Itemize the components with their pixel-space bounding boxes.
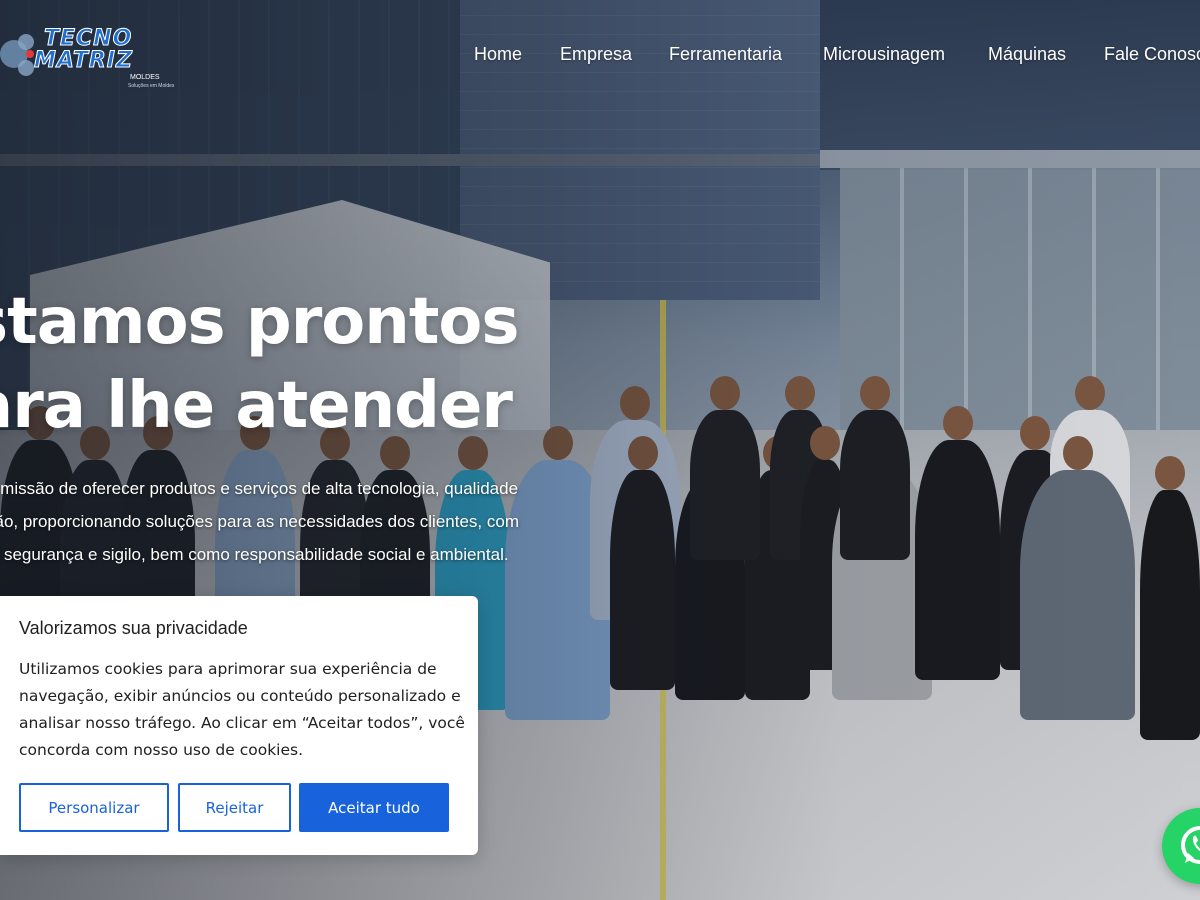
nav-item-ferramentaria[interactable]: Ferramentaria [669,44,782,65]
headline-line-2: ara lhe atender [0,369,513,443]
cookie-title: Valorizamos sua privacidade [19,618,248,638]
logo-tagline: Soluções em Moldes [128,83,175,89]
nav-item-maquinas[interactable]: Máquinas [988,44,1066,65]
whatsapp-icon [1181,826,1200,864]
cookie-text-line: concorda com nosso uso de cookies. [19,741,304,759]
cookie-consent-banner: Valorizamos sua privacidade Utilizamos c… [0,596,478,855]
mission-line-2: são, proporcionando soluções para as nec… [0,512,519,531]
logo-sub: MOLDES [130,74,160,81]
nav-item-home[interactable]: Home [474,44,522,65]
cookie-description: Utilizamos cookies para aprimorar sua ex… [19,656,465,764]
hero-headline: stamos prontos ara lhe atender [0,280,519,448]
headline-line-1: stamos prontos [0,285,519,359]
cookie-text-line: navegação, exibir anúncios ou conteúdo p… [19,687,461,705]
mission-text: a missão de oferecer produtos e serviços… [0,472,606,571]
cookie-text-line: analisar nosso tráfego. Ao clicar em “Ac… [19,714,465,732]
reject-cookies-button[interactable]: Rejeitar [178,783,291,832]
cookie-text-line: Utilizamos cookies para aprimorar sua ex… [19,660,437,678]
nav-item-fale-conosco[interactable]: Fale Conosco [1104,44,1200,65]
mission-line-3: z, segurança e sigilo, bem como responsa… [0,545,509,564]
accept-all-cookies-button[interactable]: Aceitar tudo [299,783,449,832]
nav-item-microusinagem[interactable]: Microusinagem [823,44,945,65]
customize-cookies-button[interactable]: Personalizar [19,783,169,832]
mission-line-1: a missão de oferecer produtos e serviços… [0,479,519,498]
main-nav: Home Empresa Ferramentaria Microusinagem… [0,44,1200,74]
nav-item-empresa[interactable]: Empresa [560,44,632,65]
